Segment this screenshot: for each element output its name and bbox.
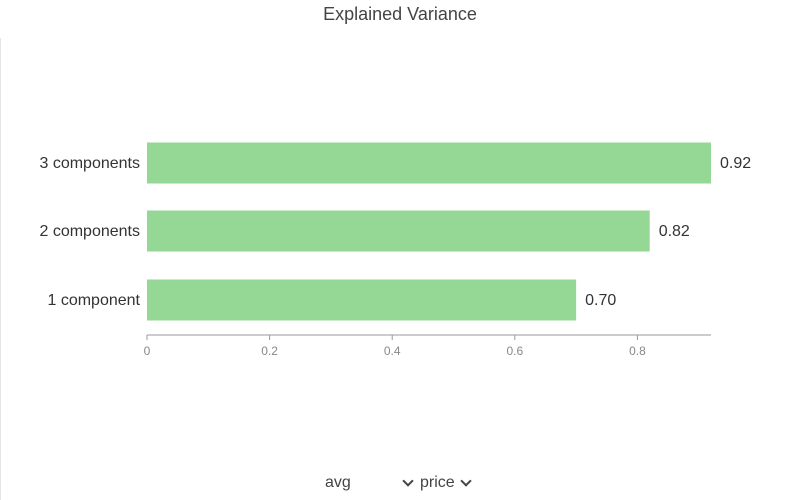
field-selector[interactable]: price (402, 474, 472, 492)
data-label: 0.92 (720, 155, 751, 172)
chevron-down-icon (402, 475, 414, 487)
bar (147, 279, 577, 321)
chart-controls: avg price (0, 474, 800, 498)
x-tick-label: 0 (144, 344, 151, 358)
category-label: 3 components (39, 155, 140, 172)
bar (147, 210, 650, 252)
x-tick-label: 0.2 (261, 344, 278, 358)
category-label: 2 components (39, 223, 140, 240)
aggregation-label: avg (325, 474, 351, 491)
data-label: 0.70 (585, 292, 616, 309)
field-label: price (420, 474, 455, 491)
category-label: 1 component (47, 292, 140, 309)
chart-plot: 3 components 0.92 2 components 0.82 1 compon… (39, 142, 751, 358)
x-tick-label: 0.4 (384, 344, 401, 358)
aggregation-selector[interactable]: avg (325, 474, 351, 492)
x-tick-label: 0.8 (629, 344, 646, 358)
data-label: 0.82 (659, 223, 690, 240)
chevron-down-icon (460, 475, 472, 487)
bar (147, 142, 711, 184)
x-tick-label: 0.6 (506, 344, 523, 358)
